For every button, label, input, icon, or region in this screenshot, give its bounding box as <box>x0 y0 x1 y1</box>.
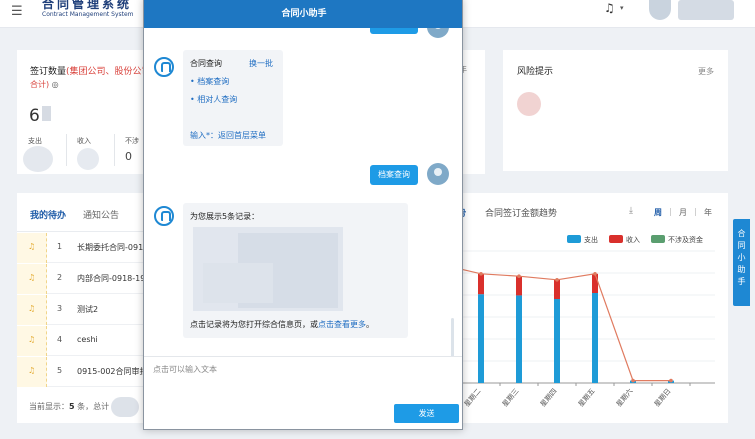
bell-icon: ♫ <box>28 366 36 375</box>
switch-batch-link[interactable]: 换一批 <box>249 58 273 69</box>
menu-title: 合同查询 <box>190 59 222 68</box>
view-more-link[interactable]: 点击查看更多 <box>318 320 366 329</box>
x-tick-label: 星期五 <box>577 387 597 408</box>
trend-point <box>669 378 673 383</box>
x-tick-label: 星期日 <box>653 387 673 408</box>
bar-收入 <box>478 273 484 295</box>
bell-icon: ♫ <box>28 304 36 313</box>
row-number: 1 <box>57 242 63 251</box>
trend-point <box>479 272 483 276</box>
sign-count-value: 6 <box>29 106 40 126</box>
trend-point <box>593 272 597 276</box>
bot-avatar-icon <box>154 206 174 226</box>
trend-point <box>517 274 521 278</box>
archive-query-link[interactable]: • 档案查询 <box>190 76 229 87</box>
sign-count-title-cont: 合计) ◎ <box>30 80 59 89</box>
tab-notices[interactable]: 通知公告 <box>83 208 119 221</box>
menu-message: 合同查询 换一批 • 档案查询 • 相对人查询 输入*：返回首层菜单 <box>183 50 283 146</box>
trend-point <box>555 278 559 282</box>
user-avatar <box>427 163 449 185</box>
bar-支出 <box>554 299 560 383</box>
row-number: 3 <box>57 304 63 313</box>
bar-收入 <box>516 276 522 296</box>
reply-text: 为您展示5条记录： <box>190 212 260 221</box>
assistant-side-tab[interactable]: 合 同 小 助 手 <box>733 219 750 306</box>
send-button[interactable]: 发送 <box>394 404 459 423</box>
row-number: 2 <box>57 273 63 282</box>
trend-point <box>631 378 635 383</box>
divider <box>66 134 67 166</box>
redacted-records[interactable] <box>203 263 273 303</box>
bell-icon[interactable]: ♫ <box>604 1 615 15</box>
pagination-info: 当前显示：5 条，总计 <box>29 402 110 411</box>
menu-icon[interactable]: ☰ <box>11 4 23 19</box>
avatar[interactable] <box>649 0 671 20</box>
assistant-dialog: 合同小助手 合同查询 换一批 • 档案查询 • 相对人查询 输入*：返回首层菜单… <box>143 0 463 430</box>
chart-card: 势 合同签订金额趋势 ⤓ 周 | 月 | 年 支出 收入 不涉及资金 星期二星期… <box>445 193 728 423</box>
back-to-menu-hint[interactable]: 输入*：返回首层菜单 <box>190 130 266 141</box>
stat-label-expense: 支出 <box>28 137 42 145</box>
stat-label-income: 收入 <box>77 137 91 145</box>
risk-pie-chart <box>517 92 541 116</box>
row-number: 4 <box>57 335 63 344</box>
bar-收入 <box>592 273 598 293</box>
risk-title: 风险提示 <box>517 67 554 77</box>
redacted-total <box>111 397 139 417</box>
stat-value-none: 0 <box>125 150 132 163</box>
x-tick-label: 星期四 <box>539 387 559 408</box>
pie-chart-redacted <box>23 146 53 172</box>
pie-chart-redacted <box>77 148 99 170</box>
counterparty-query-link[interactable]: • 相对人查询 <box>190 94 237 105</box>
reply-message: 为您展示5条记录： 点击记录将为您打开综合信息页，或点击查看更多。 <box>183 203 408 338</box>
bar-支出 <box>516 295 522 383</box>
message-input-area[interactable]: 点击可以输入文本 发送 <box>144 356 462 429</box>
divider <box>114 134 115 166</box>
chevron-down-icon[interactable]: ▾ <box>620 4 624 12</box>
bell-icon: ♫ <box>28 335 36 344</box>
tab-my-todo[interactable]: 我的待办 <box>30 208 66 221</box>
bar-支出 <box>478 294 484 383</box>
row-number: 5 <box>57 366 63 375</box>
message-input[interactable]: 点击可以输入文本 <box>153 364 217 375</box>
chart-plot: 星期二 星期三 星期四 星期五 星期六 星期日 <box>445 250 715 409</box>
scrollbar[interactable] <box>451 318 454 356</box>
sign-count-title: 签订数量(集团公司、股份公司 <box>30 67 151 77</box>
x-tick-label: 星期二 <box>463 387 483 408</box>
redacted-value <box>42 106 51 121</box>
bot-avatar-icon <box>154 57 174 77</box>
x-tick-label: 星期六 <box>614 387 634 409</box>
bell-icon: ♫ <box>28 273 36 282</box>
user-name-redacted[interactable] <box>678 0 734 20</box>
chat-area: 合同查询 换一批 • 档案查询 • 相对人查询 输入*：返回首层菜单 档案查询 … <box>144 28 462 356</box>
dialog-title: 合同小助手 <box>144 0 462 28</box>
bar-支出 <box>592 293 598 383</box>
bar-收入 <box>554 279 560 299</box>
stat-label-none: 不涉 <box>125 137 139 145</box>
reply-note: 点击记录将为您打开综合信息页，或点击查看更多。 <box>190 320 374 329</box>
info-icon: ◎ <box>51 80 59 89</box>
bell-icon: ♫ <box>28 242 36 251</box>
user-avatar <box>427 28 449 38</box>
x-tick-label: 星期三 <box>501 387 521 408</box>
previous-user-message <box>370 28 418 34</box>
more-link[interactable]: 更多 <box>698 66 714 77</box>
app-subtitle: Contract Management System <box>42 11 134 18</box>
user-message: 档案查询 <box>370 165 418 185</box>
risk-card: 风险提示 更多 <box>503 50 728 171</box>
